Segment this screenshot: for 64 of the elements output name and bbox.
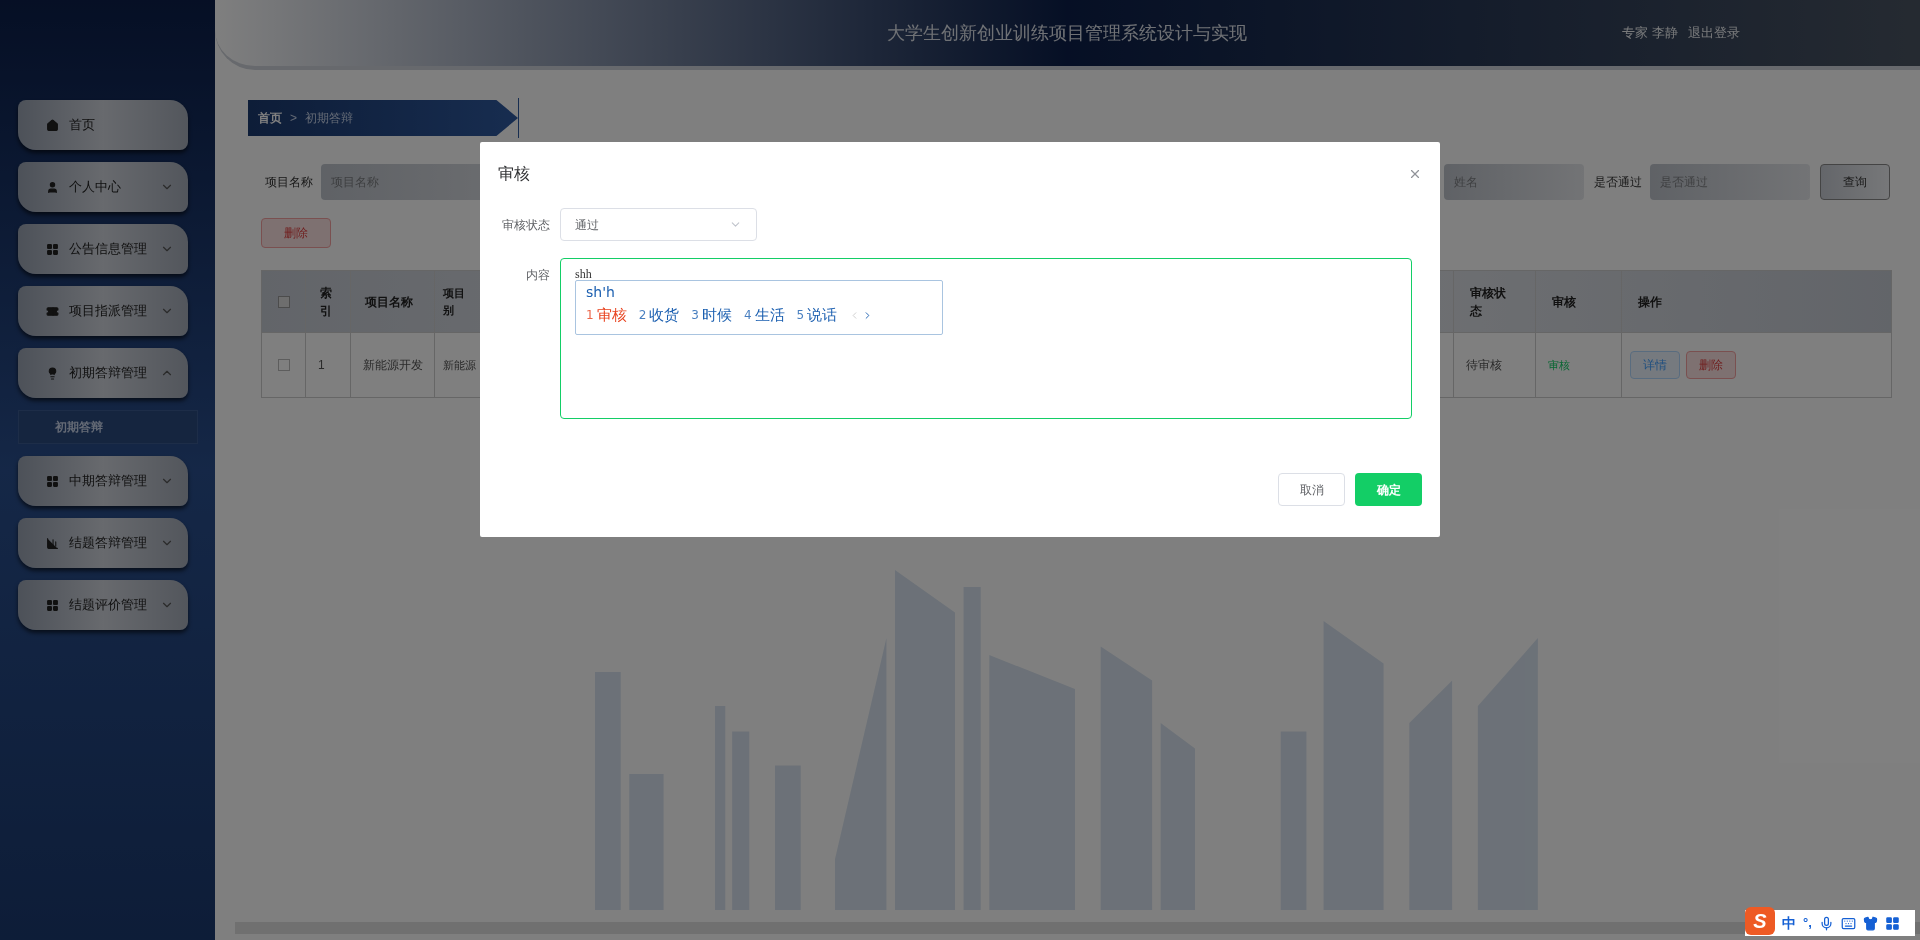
ime-candidate[interactable]: 1 审核 xyxy=(586,304,627,327)
microphone-icon[interactable] xyxy=(1818,915,1834,931)
sidebar-menu-item[interactable]: 个人中心 xyxy=(18,162,188,212)
breadcrumb-separator: > xyxy=(290,110,297,127)
breadcrumb-current: 初期答辩 xyxy=(305,110,353,127)
ime-composition: sh'h xyxy=(586,283,616,302)
ime-candidate[interactable]: 2 收货 xyxy=(638,304,680,327)
table-cell-text: 新能源开发 xyxy=(363,357,423,374)
close-icon[interactable] xyxy=(1408,167,1422,181)
field-label: 内容 xyxy=(525,267,551,284)
table-cell-text: 新能源 xyxy=(443,357,476,373)
punctuation-toggle[interactable]: °, xyxy=(1803,913,1812,933)
sidebar-subitem[interactable]: 初期答辩 xyxy=(18,410,198,444)
keyboard-icon[interactable] xyxy=(1840,915,1856,931)
delete-button[interactable]: 删除 xyxy=(261,218,331,248)
content-textarea[interactable]: shh sh'h 1 审核 2 收货 3 时候 4 生活 5 说话 xyxy=(560,258,1412,419)
logout-link[interactable]: 退出登录 xyxy=(1688,23,1740,43)
menu-icon xyxy=(46,366,59,380)
status-select[interactable]: 通过 xyxy=(560,208,757,241)
sidebar-menu-item[interactable]: 中期答辩管理 xyxy=(18,456,188,506)
field-label: 审核状态 xyxy=(501,216,551,234)
user-label: 专家 李静 xyxy=(1622,24,1678,43)
ime-logo: S xyxy=(1745,907,1775,935)
column-header: 项目名称 xyxy=(365,293,414,311)
sidebar-menu-item[interactable]: 首页 xyxy=(18,100,188,150)
menu-icon xyxy=(46,474,59,488)
menu-icon xyxy=(46,180,59,194)
menu-icon xyxy=(46,118,59,132)
column-header: 索引 xyxy=(320,284,333,320)
ime-candidate[interactable]: 4 生活 xyxy=(743,304,785,327)
status-cell-text: 待审核 xyxy=(1466,357,1502,374)
field-label: 项目名称 xyxy=(265,174,313,191)
review-link[interactable]: 审核 xyxy=(1548,356,1570,374)
sidebar-menu-item[interactable]: 项目指派管理 xyxy=(18,286,188,336)
row-checkbox[interactable] xyxy=(277,359,290,371)
column-header: 审核状态 xyxy=(1470,284,1507,320)
shirt-icon[interactable] xyxy=(1862,915,1878,931)
delete-button[interactable]: 删除 xyxy=(1686,351,1736,379)
system-title: 大学生创新创业训练项目管理系统设计与实现 xyxy=(887,21,1247,45)
details-button[interactable]: 详情 xyxy=(1630,351,1680,379)
typed-text: shh xyxy=(575,267,592,281)
dialog-title: 审核 xyxy=(498,164,530,184)
column-header: 项目别 xyxy=(443,286,466,318)
field-label: 是否通过 xyxy=(1594,174,1642,191)
cancel-button[interactable]: 取消 xyxy=(1278,473,1345,506)
column-header: 操作 xyxy=(1638,293,1663,311)
menu-icon xyxy=(46,598,59,612)
table-cell-text: 1 xyxy=(318,357,325,374)
input-mode-toggle[interactable]: 中 xyxy=(1782,912,1796,934)
ime-candidate[interactable]: 5 说话 xyxy=(796,304,838,327)
search-button[interactable]: 查询 xyxy=(1820,164,1890,200)
sidebar-menu-item[interactable]: 初期答辩管理 xyxy=(18,348,188,398)
sidebar-menu-item[interactable]: 结题答辩管理 xyxy=(18,518,188,568)
header-checkbox[interactable] xyxy=(277,295,290,308)
sidebar-menu-item[interactable]: 公告信息管理 xyxy=(18,224,188,274)
breadcrumb-link[interactable]: 首页 xyxy=(258,109,282,127)
grid-icon[interactable] xyxy=(1884,915,1900,931)
sidebar-menu-item[interactable]: 结题评价管理 xyxy=(18,580,188,630)
ime-candidate[interactable]: 3 时候 xyxy=(691,304,732,327)
column-header: 审核 xyxy=(1552,293,1577,311)
confirm-button[interactable]: 确定 xyxy=(1355,473,1422,506)
menu-icon xyxy=(46,304,59,318)
menu-icon xyxy=(46,242,59,256)
menu-icon xyxy=(46,536,59,550)
